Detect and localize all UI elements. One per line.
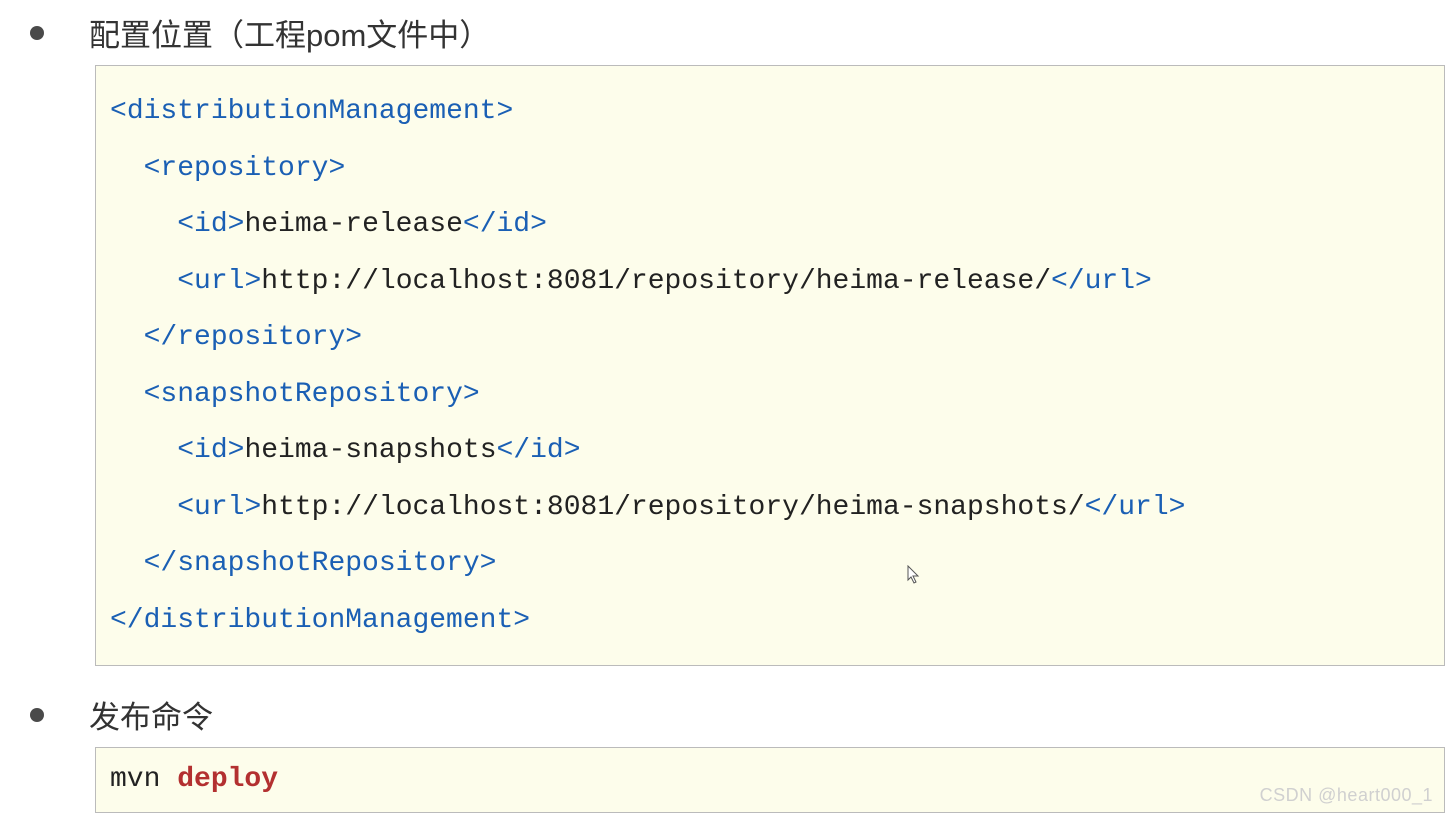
tag-snap-id-close: id bbox=[530, 435, 564, 466]
bullet-item-1: 配置位置（工程pom文件中） bbox=[30, 10, 1445, 55]
tag-snap-url-close: url bbox=[1118, 492, 1168, 523]
watermark: CSDN @heart000_1 bbox=[1260, 785, 1433, 806]
tag-snap-id-open: id bbox=[194, 435, 228, 466]
bullet-icon bbox=[30, 26, 44, 40]
cmd-code-block: mvn deploy bbox=[95, 747, 1445, 812]
cmd-keyword: deploy bbox=[177, 764, 278, 795]
bullet-icon bbox=[30, 708, 44, 722]
tag-snap-url-open: url bbox=[194, 492, 244, 523]
tag-dm-open: distributionManagement bbox=[127, 96, 497, 127]
bullet-item-2: 发布命令 bbox=[30, 692, 1445, 737]
tag-repo-open: repository bbox=[160, 153, 328, 184]
repo-id-value: heima-release bbox=[244, 209, 462, 240]
tag-dm-close: distributionManagement bbox=[144, 605, 514, 636]
xml-code-block: <distributionManagement> <repository> <i… bbox=[95, 65, 1445, 666]
cmd-prefix: mvn bbox=[110, 764, 177, 795]
tag-id-close: id bbox=[497, 209, 531, 240]
tag-id-open: id bbox=[194, 209, 228, 240]
tag-url-close: url bbox=[1085, 266, 1135, 297]
heading-1: 配置位置（工程pom文件中） bbox=[89, 10, 490, 55]
snap-url-value: http://localhost:8081/repository/heima-s… bbox=[261, 492, 1084, 523]
snap-id-value: heima-snapshots bbox=[244, 435, 496, 466]
repo-url-value: http://localhost:8081/repository/heima-r… bbox=[261, 266, 1051, 297]
heading-2: 发布命令 bbox=[89, 692, 213, 737]
tag-snap-open: snapshotRepository bbox=[160, 379, 462, 410]
tag-repo-close: repository bbox=[177, 322, 345, 353]
tag-snap-close: snapshotRepository bbox=[177, 548, 479, 579]
tag-url-open: url bbox=[194, 266, 244, 297]
